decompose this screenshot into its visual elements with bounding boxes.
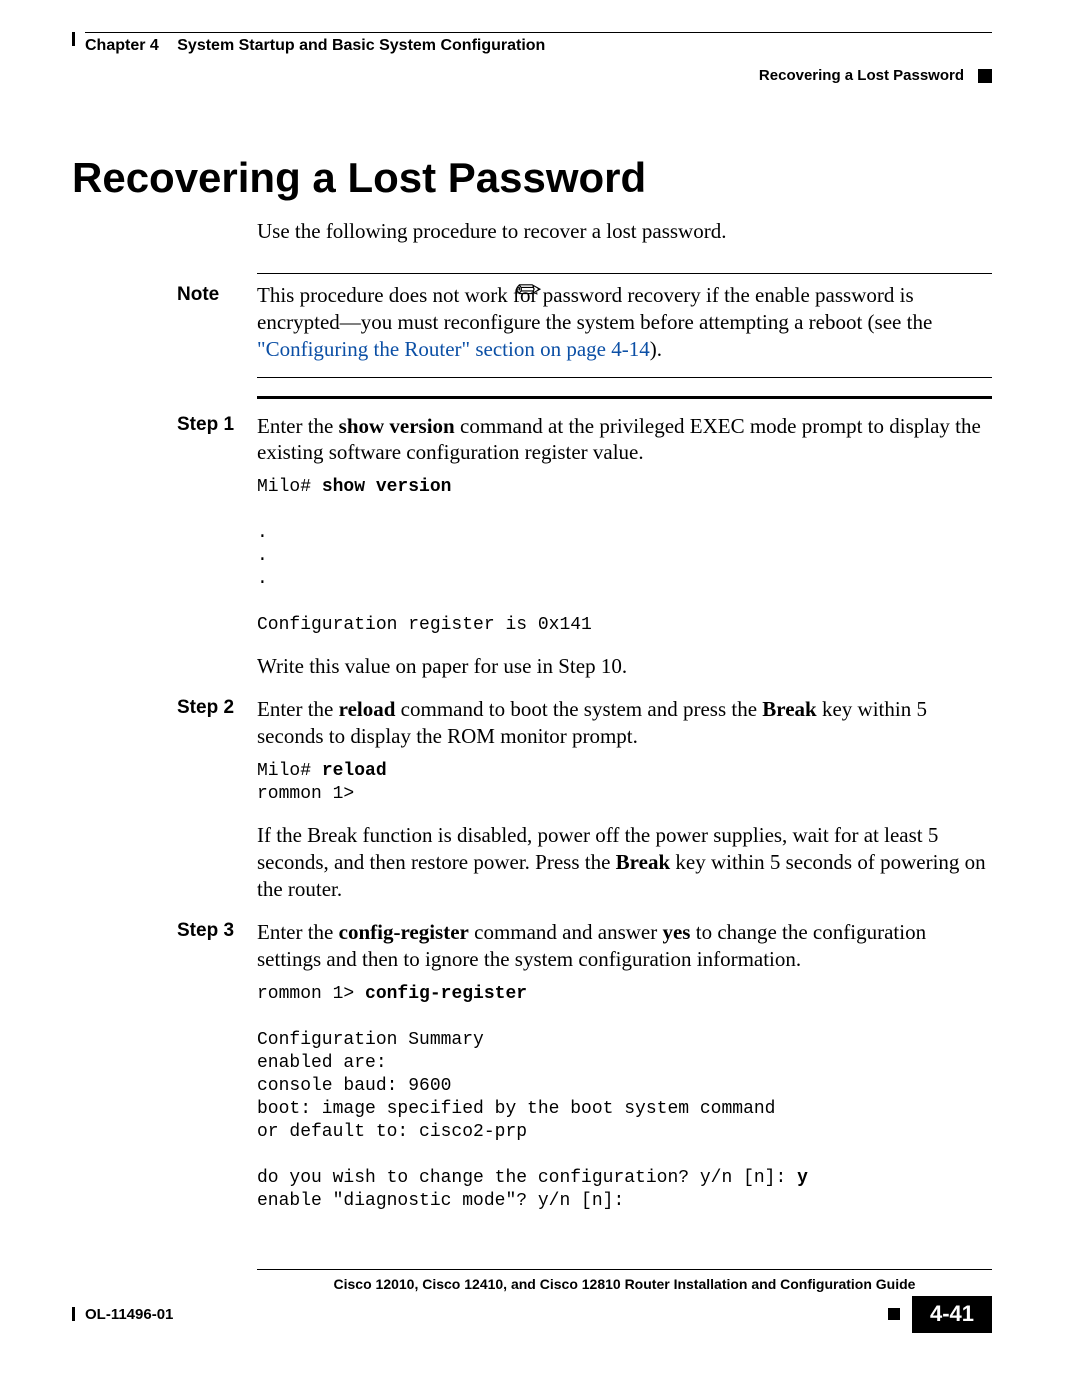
note-body: This procedure does not work for passwor… bbox=[257, 282, 992, 373]
step2-label: Step 2 bbox=[177, 696, 257, 912]
note-rule-top bbox=[257, 273, 992, 274]
note-text-after: ). bbox=[650, 337, 662, 361]
running-header: Chapter 4 System Startup and Basic Syste… bbox=[85, 37, 992, 55]
step1-paragraph: Enter the show version command at the pr… bbox=[257, 413, 992, 467]
step1-label: Step 1 bbox=[177, 413, 257, 691]
step2-followup: If the Break function is disabled, power… bbox=[257, 822, 992, 903]
section-title: Recovering a Lost Password bbox=[759, 67, 964, 84]
step-separator bbox=[257, 396, 992, 399]
intro-paragraph: Use the following procedure to recover a… bbox=[257, 218, 992, 245]
step3-paragraph: Enter the config-register command and an… bbox=[257, 919, 992, 973]
page-number-badge: 4-41 bbox=[912, 1296, 992, 1333]
page-title: Recovering a Lost Password bbox=[72, 154, 992, 202]
header-marker-icon bbox=[978, 69, 992, 83]
note-link[interactable]: "Configuring the Router" section on page… bbox=[257, 337, 650, 361]
chapter-title: System Startup and Basic System Configur… bbox=[177, 37, 545, 54]
step2-paragraph: Enter the reload command to boot the sys… bbox=[257, 696, 992, 750]
step3-code: rommon 1> config-register Configuration … bbox=[257, 983, 992, 1213]
step2-code: Milo# reload rommon 1> bbox=[257, 760, 992, 806]
note-rule-bottom bbox=[257, 377, 992, 378]
step1-code: Milo# show version . . . Configuration r… bbox=[257, 476, 992, 637]
step1-note: Write this value on paper for use in Ste… bbox=[257, 653, 992, 680]
note-label: Note bbox=[177, 282, 257, 373]
chapter-number: Chapter 4 bbox=[85, 37, 159, 54]
note-text: This procedure does not work for passwor… bbox=[257, 283, 932, 334]
footer-guide-title: Cisco 12010, Cisco 12410, and Cisco 1281… bbox=[257, 1269, 992, 1292]
footer-doc-number: OL-11496-01 bbox=[85, 1306, 173, 1323]
step3-label: Step 3 bbox=[177, 919, 257, 1229]
